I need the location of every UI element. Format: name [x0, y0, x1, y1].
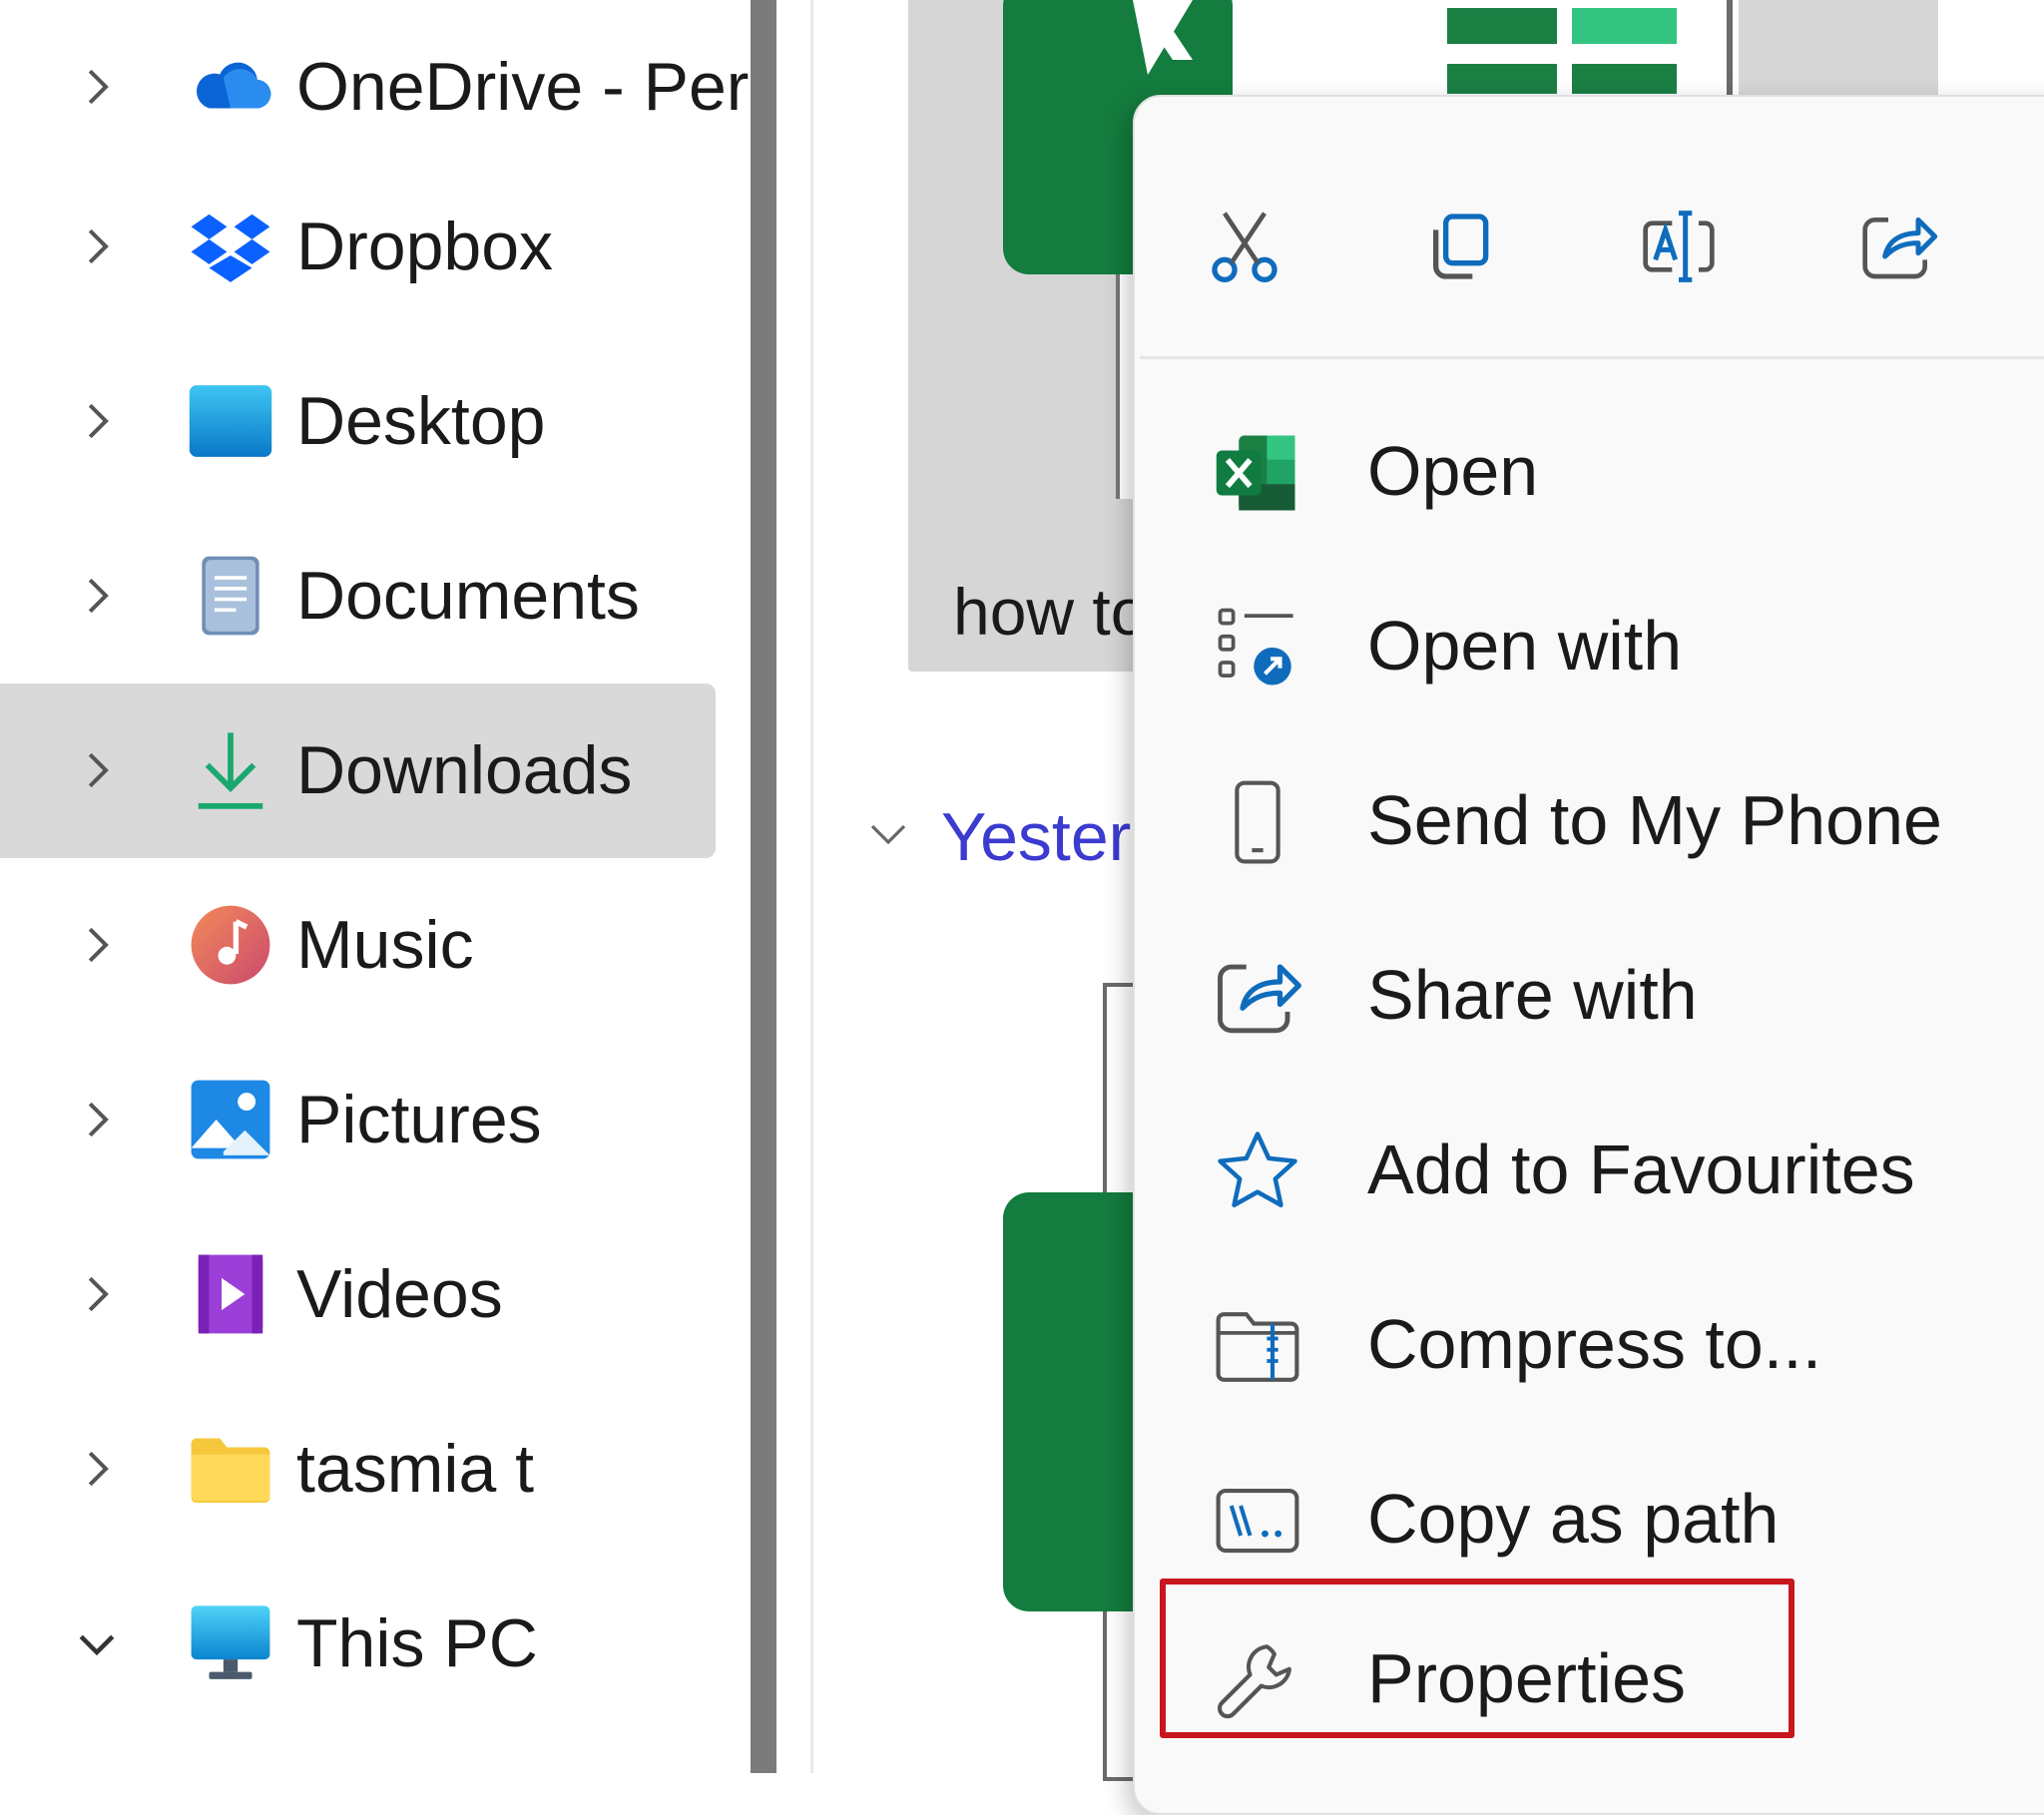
chevron-right-icon[interactable] — [70, 394, 124, 448]
sidebar-item-label: Documents — [296, 558, 640, 634]
chevron-down-icon[interactable] — [70, 1616, 124, 1670]
menu-item-open[interactable]: Open — [1135, 386, 2044, 556]
sidebar-item-downloads[interactable]: Downloads — [0, 683, 716, 858]
folder-icon — [191, 1438, 270, 1504]
pane-splitter[interactable] — [751, 0, 776, 1773]
chevron-down-icon[interactable] — [864, 810, 912, 858]
chevron-right-icon[interactable] — [70, 743, 124, 797]
chevron-right-icon[interactable] — [70, 1442, 124, 1496]
tile-border — [1727, 0, 1733, 95]
share-icon — [1862, 217, 1938, 279]
sidebar-item-dropbox[interactable]: Dropbox — [0, 160, 716, 334]
sidebar-item-onedrive[interactable]: OneDrive - Per — [0, 0, 749, 175]
divider — [810, 0, 813, 1773]
sidebar-item-label: Videos — [296, 1256, 503, 1332]
zip-folder-icon — [1216, 1312, 1299, 1382]
sidebar-item-music[interactable]: Music — [0, 858, 716, 1033]
properties-highlight-box — [1160, 1579, 1794, 1738]
chevron-right-icon[interactable] — [70, 918, 124, 972]
sheet-grid-cell — [1572, 64, 1677, 94]
sheet-grid-cell — [1572, 8, 1677, 44]
share-button[interactable] — [1828, 177, 1968, 316]
chevron-right-icon[interactable] — [70, 220, 124, 273]
chevron-right-icon[interactable] — [70, 569, 124, 623]
dropbox-icon — [191, 214, 270, 282]
context-menu: Open Open with Send to My Phone Share wi… — [1133, 95, 2044, 1815]
rename-button[interactable] — [1609, 177, 1749, 316]
phone-icon — [1235, 780, 1280, 864]
music-note-icon — [191, 905, 270, 985]
share-icon — [1218, 964, 1301, 1034]
sidebar-item-this-pc[interactable]: This PC — [0, 1557, 716, 1731]
star-icon — [1218, 1132, 1297, 1207]
desktop-folder-icon — [189, 385, 272, 457]
pictures-icon — [191, 1080, 270, 1159]
sidebar-item-videos[interactable]: Videos — [0, 1207, 716, 1382]
menu-item-compress-to[interactable]: Compress to... — [1135, 1259, 2044, 1429]
menu-item-send-to-my-phone[interactable]: Send to My Phone — [1135, 735, 2044, 905]
documents-icon — [202, 556, 259, 636]
cut-button[interactable] — [1175, 177, 1314, 316]
menu-divider — [1140, 356, 2044, 359]
sidebar-item-documents[interactable]: Documents — [0, 509, 716, 683]
sidebar-item-label: This PC — [296, 1605, 538, 1681]
videos-icon — [198, 1254, 263, 1334]
onedrive-cloud-icon — [197, 62, 271, 109]
file-tile[interactable] — [1739, 0, 1938, 95]
menu-item-label: Send to My Phone — [1367, 781, 1942, 859]
copy-icon — [1433, 214, 1489, 279]
monitor-icon — [191, 1605, 270, 1679]
sidebar-item-label: tasmia t — [296, 1431, 535, 1507]
path-icon — [1216, 1488, 1299, 1554]
menu-item-label: Add to Favourites — [1367, 1131, 1915, 1208]
menu-item-label: Open — [1367, 432, 1539, 510]
rename-icon — [1643, 211, 1715, 282]
open-with-icon — [1218, 608, 1293, 685]
sidebar-item-tasmia-t[interactable]: tasmia t — [0, 1382, 716, 1557]
chevron-right-icon[interactable] — [70, 60, 124, 114]
file-name-label: how to — [953, 575, 1148, 649]
sidebar-item-label: Music — [296, 907, 474, 983]
sidebar-item-label: Desktop — [296, 383, 546, 459]
navigation-pane: OneDrive - Per Dropbox Desktop Documents — [0, 0, 749, 1773]
sidebar-item-label: OneDrive - Per — [296, 49, 750, 125]
sidebar-item-desktop[interactable]: Desktop — [0, 334, 716, 509]
sheet-grid-cell — [1447, 64, 1557, 94]
downloads-arrow-icon — [198, 732, 263, 809]
menu-item-label: Open with — [1367, 607, 1683, 684]
sidebar-item-label: Pictures — [296, 1082, 542, 1157]
sidebar-item-label: Downloads — [296, 732, 633, 808]
menu-item-open-with[interactable]: Open with — [1135, 561, 2044, 730]
menu-item-share-with[interactable]: Share with — [1135, 910, 2044, 1080]
menu-item-label: Share with — [1367, 956, 1698, 1034]
excel-icon — [1216, 435, 1295, 511]
file-tile[interactable] — [1938, 0, 2044, 95]
menu-item-add-to-favourites[interactable]: Add to Favourites — [1135, 1085, 2044, 1254]
sidebar-item-label: Dropbox — [296, 209, 554, 284]
menu-item-label: Compress to... — [1367, 1305, 1822, 1383]
sheet-grid-cell — [1447, 8, 1557, 44]
chevron-right-icon[interactable] — [70, 1267, 124, 1321]
scissors-icon — [1212, 212, 1278, 282]
sidebar-item-pictures[interactable]: Pictures — [0, 1033, 716, 1207]
copy-button[interactable] — [1389, 177, 1529, 316]
chevron-right-icon[interactable] — [70, 1093, 124, 1146]
